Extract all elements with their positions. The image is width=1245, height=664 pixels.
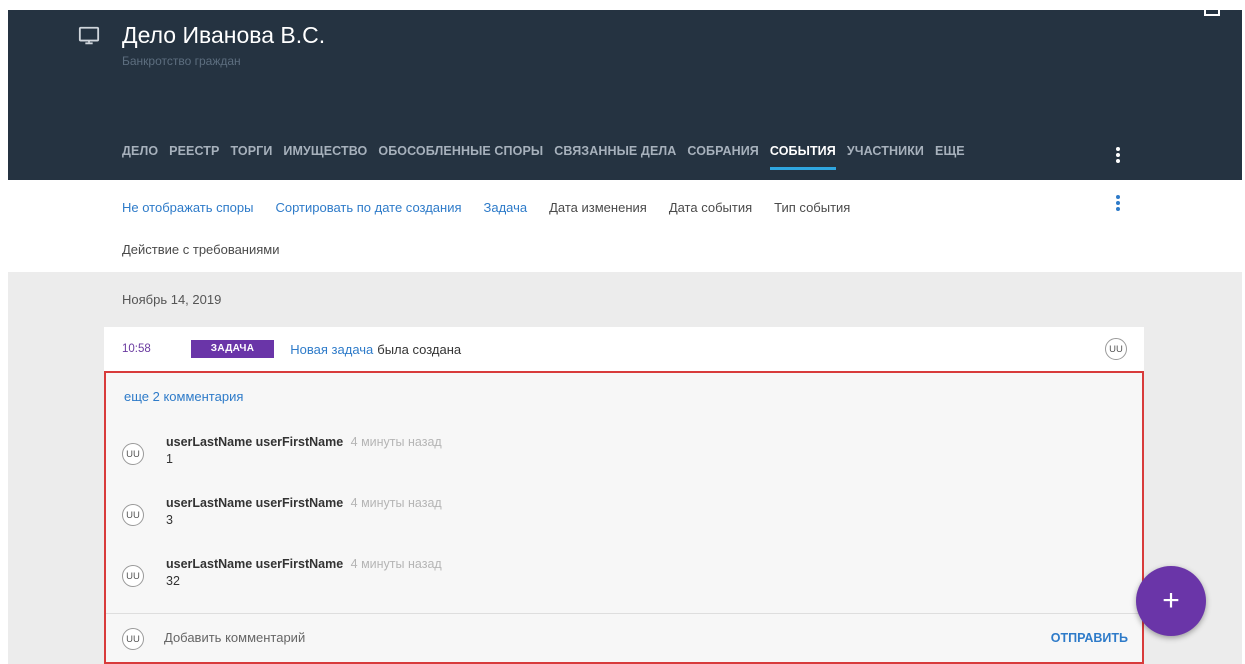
comment-time: 4 минуты назад	[350, 557, 442, 571]
add-comment-row: UU Добавить комментарий ОТПРАВИТЬ	[106, 614, 1142, 664]
app-frame: Дело Иванова В.С. Банкротство граждан ДЕ…	[8, 10, 1242, 664]
comment-time: 4 минуты назад	[350, 435, 442, 449]
avatar: UU	[122, 443, 144, 465]
filter-hide-disputes[interactable]: Не отображать споры	[122, 200, 253, 215]
filter-modified-date[interactable]: Дата изменения	[549, 200, 647, 215]
comment-item: UU userLastName userFirstName 4 минуты н…	[122, 496, 722, 536]
comment-header: userLastName userFirstName 4 минуты наза…	[166, 435, 442, 449]
tab-sobraniya[interactable]: СОБРАНИЯ	[687, 144, 759, 170]
filter-event-date[interactable]: Дата события	[669, 200, 752, 215]
avatar: UU	[122, 565, 144, 587]
filter-list: Не отображать споры Сортировать по дате …	[122, 200, 872, 215]
comment-text: 3	[166, 513, 173, 527]
case-header: Дело Иванова В.С. Банкротство граждан ДЕ…	[8, 10, 1242, 180]
event-card: 10:58 ЗАДАЧА Новая задача была создана U…	[104, 327, 1144, 371]
send-comment-button[interactable]: ОТПРАВИТЬ	[1051, 631, 1128, 645]
feed-date: Ноябрь 14, 2019	[122, 292, 222, 307]
toolbar-more-vert-icon[interactable]	[1114, 195, 1122, 211]
add-fab-button[interactable]: +	[1136, 566, 1206, 636]
monitor-icon	[78, 26, 100, 44]
comment-text: 1	[166, 452, 173, 466]
comment-item: UU userLastName userFirstName 4 минуты н…	[122, 435, 722, 475]
comment-input[interactable]: Добавить комментарий	[164, 630, 305, 645]
comment-time: 4 минуты назад	[350, 496, 442, 510]
tab-uchastniki[interactable]: УЧАСТНИКИ	[847, 144, 924, 170]
tab-imushchestvo[interactable]: ИМУЩЕСТВО	[283, 144, 367, 170]
event-text: была создана	[377, 341, 462, 357]
event-type-badge: ЗАДАЧА	[190, 340, 275, 358]
filter-claims-action[interactable]: Действие с требованиями	[122, 242, 280, 257]
new-task-link[interactable]: Новая задача	[290, 342, 373, 357]
comment-header: userLastName userFirstName 4 минуты наза…	[166, 557, 442, 571]
window-corner-icon	[1204, 10, 1220, 16]
page-subtitle: Банкротство граждан	[122, 54, 241, 68]
page-title: Дело Иванова В.С.	[122, 22, 326, 48]
filter-event-type[interactable]: Тип события	[774, 200, 850, 215]
comment-author: userLastName userFirstName	[166, 557, 344, 571]
avatar: UU	[1105, 338, 1127, 360]
more-comments-link[interactable]: еще 2 комментария	[124, 389, 243, 404]
comment-author: userLastName userFirstName	[166, 435, 344, 449]
comment-text: 32	[166, 574, 180, 588]
comment-item: UU userLastName userFirstName 4 минуты н…	[122, 557, 722, 597]
tab-obosoblennye-spory[interactable]: ОБОСОБЛЕННЫЕ СПОРЫ	[378, 144, 543, 170]
tab-reestr[interactable]: РЕЕСТР	[169, 144, 219, 170]
header-more-vert-icon[interactable]	[1114, 147, 1122, 163]
filter-sort-by-created[interactable]: Сортировать по дате создания	[275, 200, 461, 215]
avatar: UU	[122, 628, 144, 650]
tab-torgi[interactable]: ТОРГИ	[230, 144, 272, 170]
tab-svyazannye-dela[interactable]: СВЯЗАННЫЕ ДЕЛА	[554, 144, 676, 170]
tab-bar: ДЕЛО РЕЕСТР ТОРГИ ИМУЩЕСТВО ОБОСОБЛЕННЫЕ…	[122, 144, 976, 170]
avatar: UU	[122, 504, 144, 526]
tab-sobytiya[interactable]: СОБЫТИЯ	[769, 144, 836, 170]
tab-eshche[interactable]: ЕЩЕ	[935, 144, 965, 170]
comment-header: userLastName userFirstName 4 минуты наза…	[166, 496, 442, 510]
filter-toolbar: Не отображать споры Сортировать по дате …	[8, 180, 1242, 272]
tab-delo[interactable]: ДЕЛО	[122, 144, 158, 170]
title-row: Дело Иванова В.С.	[78, 22, 325, 49]
comment-author: userLastName userFirstName	[166, 496, 344, 510]
event-time: 10:58	[122, 343, 151, 355]
comments-panel: еще 2 комментария UU userLastName userFi…	[104, 371, 1144, 664]
filter-task[interactable]: Задача	[484, 200, 528, 215]
plus-icon: +	[1162, 584, 1180, 617]
